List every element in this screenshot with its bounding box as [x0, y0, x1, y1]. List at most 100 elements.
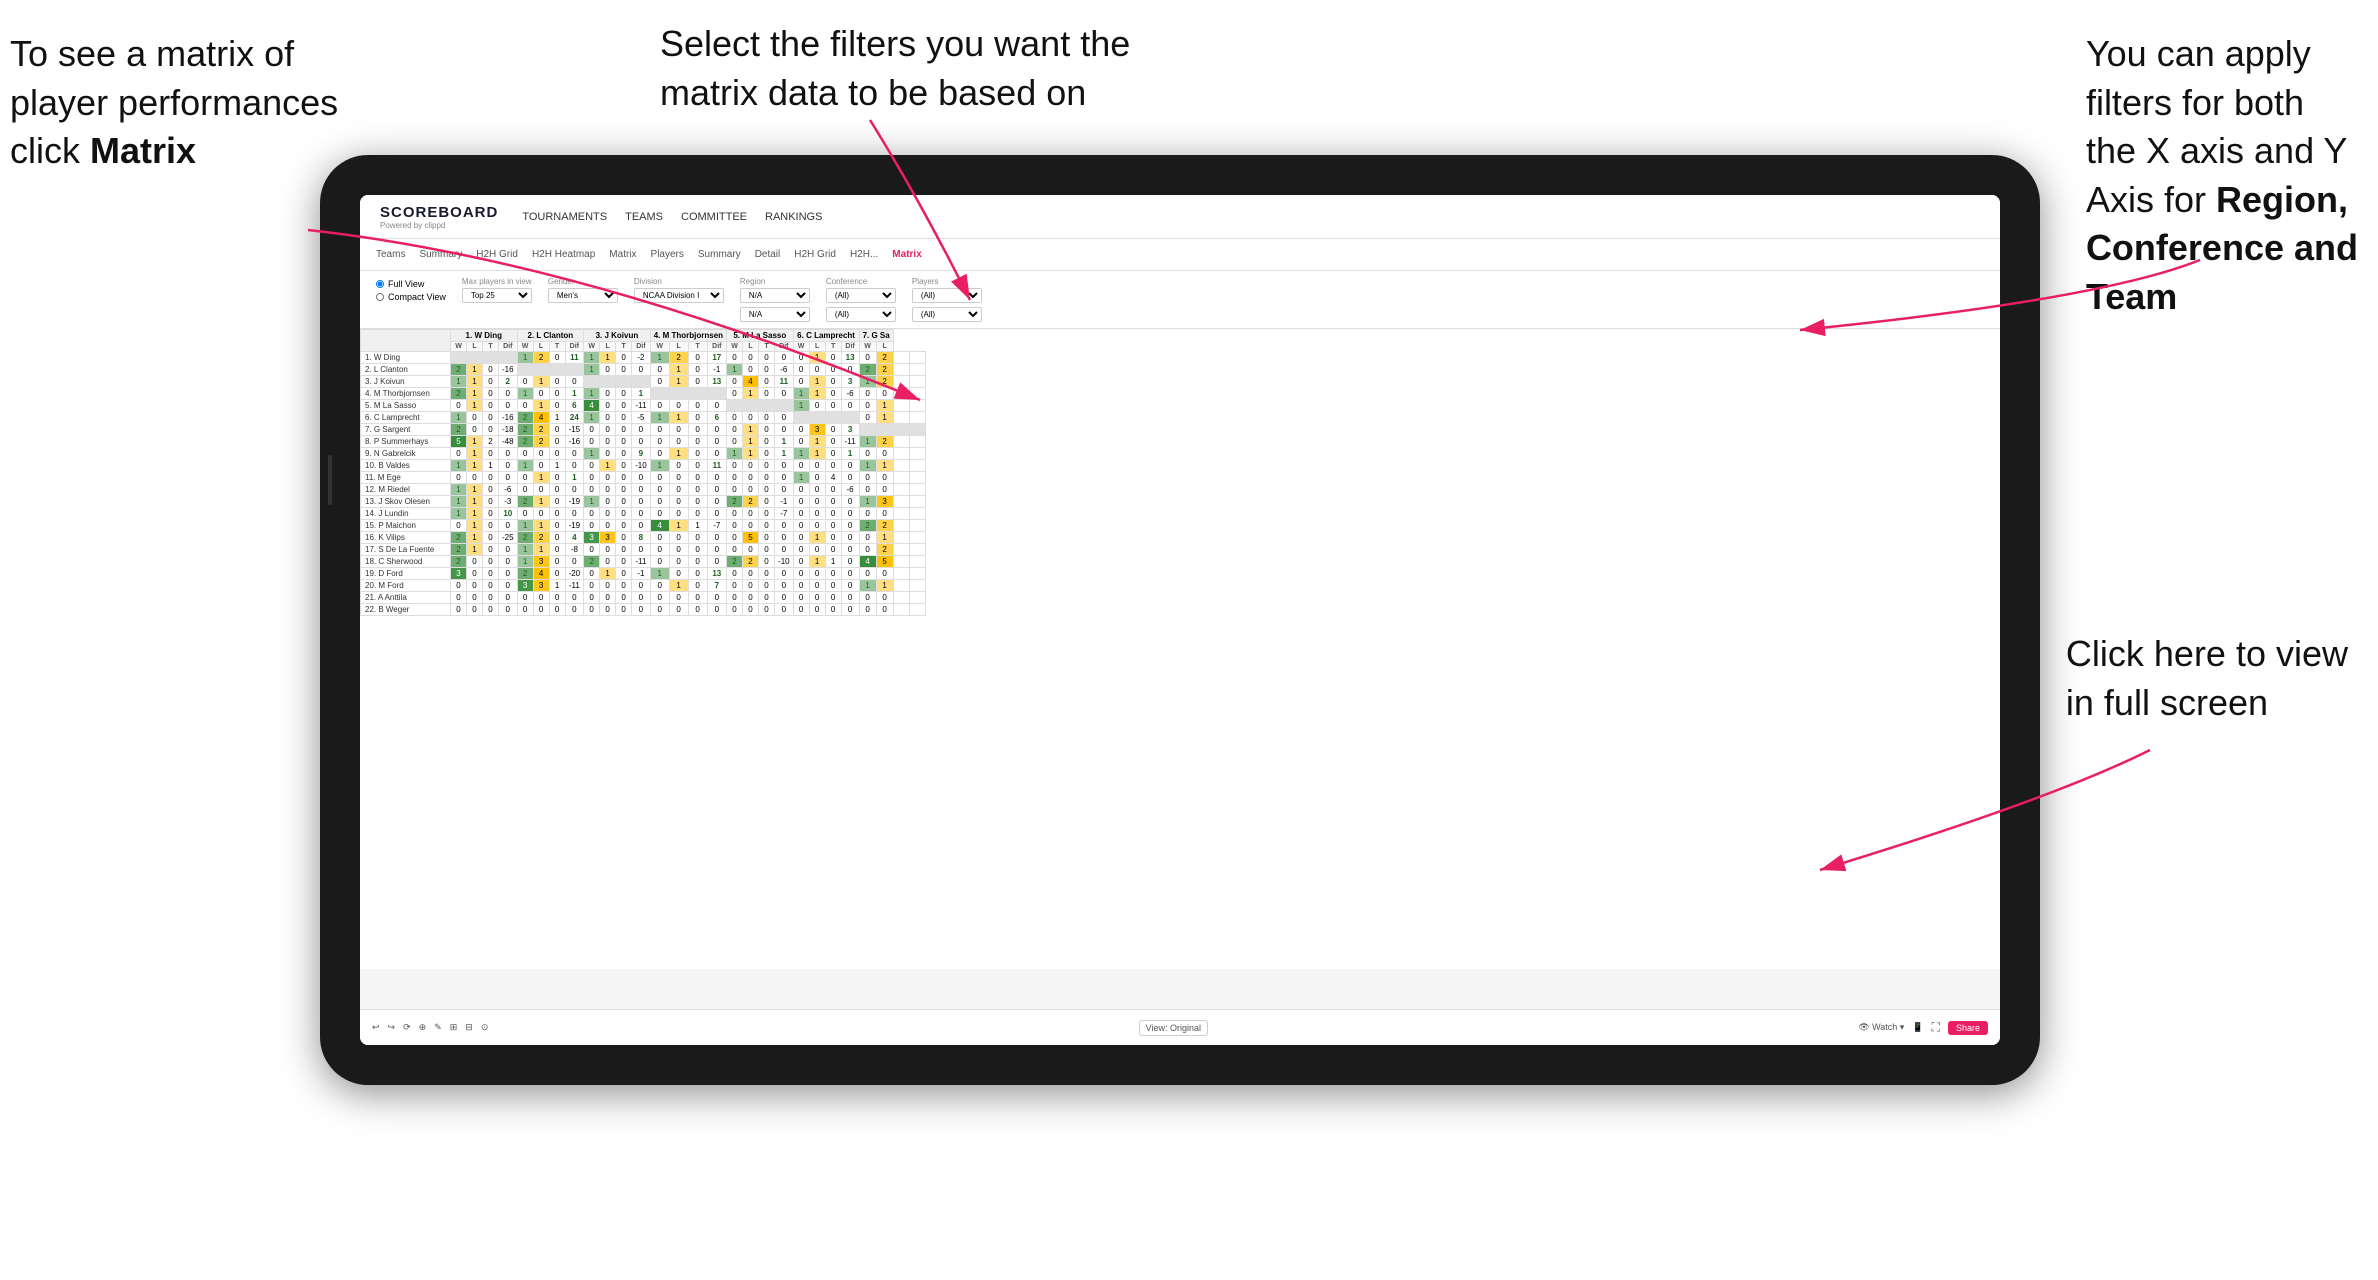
matrix-cell: 0 — [549, 508, 565, 520]
filter-conference-select-2[interactable]: (All) — [826, 307, 896, 322]
filter-conference-select[interactable]: (All) — [826, 288, 896, 303]
matrix-cell — [793, 412, 809, 424]
matrix-area[interactable]: 1. W Ding 2. L Clanton 3. J Koivun 4. M … — [360, 329, 2000, 969]
matrix-cell: 0 — [650, 484, 669, 496]
app-navbar: SCOREBOARD Powered by clippd TOURNAMENTS… — [360, 195, 2000, 239]
matrix-cell: 0 — [467, 568, 483, 580]
matrix-cell: 0 — [632, 544, 651, 556]
sub-nav-summary[interactable]: Summary — [419, 247, 462, 262]
matrix-cell: 0 — [616, 604, 632, 616]
matrix-cell: 0 — [707, 532, 726, 544]
sub-nav-players[interactable]: Players — [651, 247, 684, 262]
matrix-cell: 0 — [841, 532, 859, 544]
matrix-cell: 1 — [600, 460, 616, 472]
matrix-cell: 4 — [584, 400, 600, 412]
matrix-cell: 0 — [600, 508, 616, 520]
matrix-cell: 0 — [483, 508, 499, 520]
toolbar-redo[interactable]: ↪ — [388, 1022, 396, 1033]
watch-button[interactable]: 👁 Watch ▾ — [1858, 1022, 1904, 1033]
mobile-view-button[interactable]: 📱 — [1912, 1022, 1923, 1033]
filter-max-players-select[interactable]: Top 25 Top 50 — [462, 288, 532, 303]
matrix-cell — [893, 364, 909, 376]
matrix-cell — [909, 580, 925, 592]
matrix-cell: -1 — [707, 364, 726, 376]
nav-committee[interactable]: COMMITTEE — [681, 207, 747, 227]
matrix-cell: 2 — [517, 412, 533, 424]
matrix-cell: 0 — [793, 544, 809, 556]
toolbar-edit[interactable]: ✎ — [434, 1022, 442, 1033]
matrix-cell: 0 — [632, 424, 651, 436]
matrix-cell — [775, 400, 794, 412]
matrix-col-6: 6. C Lamprecht — [793, 330, 859, 342]
matrix-cell: 0 — [632, 520, 651, 532]
compact-view-radio[interactable]: Compact View — [376, 292, 446, 302]
matrix-cell: -8 — [565, 544, 584, 556]
toolbar-settings[interactable]: ⊙ — [481, 1022, 489, 1033]
matrix-cell: 11 — [707, 460, 726, 472]
sub-nav-summary2[interactable]: Summary — [698, 247, 741, 262]
sub-nav-matrix-1[interactable]: Matrix — [609, 247, 636, 262]
matrix-cell: 2 — [876, 364, 893, 376]
filter-players-select[interactable]: (All) — [912, 288, 982, 303]
matrix-cell — [909, 520, 925, 532]
matrix-cell: 0 — [632, 496, 651, 508]
share-button[interactable]: Share — [1948, 1021, 1988, 1035]
sub-nav-detail[interactable]: Detail — [755, 247, 781, 262]
sub-nav-teams[interactable]: Teams — [376, 247, 405, 262]
matrix-cell: 2 — [451, 364, 467, 376]
sub-nav-h2h-more[interactable]: H2H... — [850, 247, 878, 262]
full-view-radio[interactable]: Full View — [376, 279, 446, 289]
nav-tournaments[interactable]: TOURNAMENTS — [522, 207, 607, 227]
filter-region-select-2[interactable]: N/A — [740, 307, 810, 322]
nav-rankings[interactable]: RANKINGS — [765, 207, 822, 227]
matrix-cell: 4 — [859, 556, 876, 568]
sub-nav-h2h-grid[interactable]: H2H Grid — [476, 247, 518, 262]
matrix-cell: 0 — [584, 544, 600, 556]
matrix-cell: 0 — [727, 508, 743, 520]
matrix-cell: 1 — [859, 580, 876, 592]
matrix-cell: 0 — [549, 604, 565, 616]
matrix-cell: 0 — [841, 364, 859, 376]
toolbar-refresh[interactable]: ⟳ — [403, 1022, 411, 1033]
fullscreen-button[interactable]: ⛶ — [1932, 1020, 1940, 1035]
toolbar-add[interactable]: ⊕ — [419, 1022, 427, 1033]
filter-region-select[interactable]: N/A East West — [740, 288, 810, 303]
table-row: 6. C Lamprecht100-1624124100-51106000001 — [361, 412, 926, 424]
matrix-cell — [669, 388, 688, 400]
toolbar-collapse[interactable]: ⊟ — [465, 1022, 473, 1033]
matrix-cell: 0 — [743, 484, 759, 496]
sub-nav-h2h-heatmap[interactable]: H2H Heatmap — [532, 247, 595, 262]
matrix-cell: 0 — [584, 508, 600, 520]
matrix-cell — [859, 424, 876, 436]
matrix-cell: 0 — [616, 472, 632, 484]
matrix-cell: 0 — [483, 484, 499, 496]
matrix-cell: 0 — [743, 592, 759, 604]
matrix-cell: 0 — [483, 568, 499, 580]
matrix-cell: 3 — [533, 556, 549, 568]
matrix-cell: 0 — [549, 532, 565, 544]
toolbar-expand[interactable]: ⊞ — [450, 1022, 458, 1033]
sub-nav-matrix-active[interactable]: Matrix — [892, 247, 921, 262]
row-label: 11. M Ege — [361, 472, 451, 484]
matrix-cell: 0 — [483, 448, 499, 460]
toolbar-undo[interactable]: ↩ — [372, 1022, 380, 1033]
sub-nav-h2h-grid2[interactable]: H2H Grid — [794, 247, 836, 262]
matrix-cell: -7 — [775, 508, 794, 520]
matrix-cell: 0 — [451, 592, 467, 604]
matrix-cell: -15 — [565, 424, 584, 436]
matrix-cell: 1 — [451, 496, 467, 508]
view-label[interactable]: View: Original — [1139, 1020, 1208, 1036]
filter-players-select-2[interactable]: (All) — [912, 307, 982, 322]
tablet-frame: SCOREBOARD Powered by clippd TOURNAMENTS… — [320, 155, 2040, 1085]
matrix-cell: 0 — [825, 388, 841, 400]
filter-gender-select[interactable]: Men's Women's — [548, 288, 618, 303]
table-row: 18. C Sherwood20001300200-110000220-1001… — [361, 556, 926, 568]
filter-division-select[interactable]: NCAA Division I NCAA Division II — [634, 288, 724, 303]
matrix-cell: -3 — [499, 496, 518, 508]
matrix-cell: 0 — [825, 448, 841, 460]
matrix-cell: 0 — [650, 436, 669, 448]
matrix-cell: 0 — [600, 424, 616, 436]
view-toggle: Full View Compact View — [376, 279, 446, 302]
nav-teams[interactable]: TEAMS — [625, 207, 663, 227]
row-label: 3. J Koivun — [361, 376, 451, 388]
